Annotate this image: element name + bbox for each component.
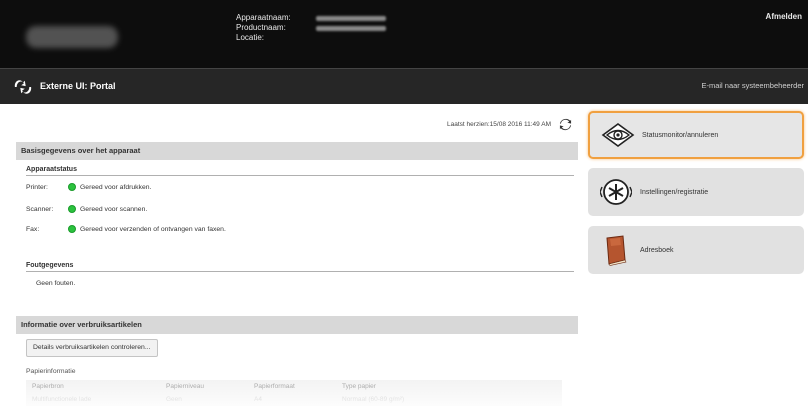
table-cell: Multifunctionele lade [32,395,92,403]
settings-registration-label: Instellingen/registratie [640,188,709,196]
eye-icon [600,120,636,150]
status-ok-icon [68,183,76,191]
table-header-row: Papierbron Papierniveau Papierformaat Ty… [26,380,562,392]
status-monitor-label: Statusmonitor/annuleren [642,131,719,139]
mail-admin-link[interactable]: E-mail naar systeembeheerder [701,81,804,90]
settings-icon [598,177,634,207]
table-cell: Geen [166,395,182,403]
table-cell: A4 [254,395,262,403]
status-row-scanner: Scanner: Gereed voor scannen. [26,204,147,214]
paper-info-heading: Papierinformatie [26,368,76,375]
device-label: Scanner: [26,205,54,213]
column-header: Papierniveau [166,382,204,390]
logout-link[interactable]: Afmelden [766,12,802,21]
status-text: Gereed voor afdrukken. [80,183,152,191]
last-refresh-text: Laatst herzien:15/08 2016 11:49 AM [447,121,551,128]
page-title: Externe UI: Portal [40,81,116,91]
location-label: Locatie: [236,33,265,42]
main-panel: Laatst herzien:15/08 2016 11:49 AM Basis… [16,104,580,408]
column-header: Papierformaat [254,382,295,390]
refresh-line: Laatst herzien:15/08 2016 11:49 AM [447,118,572,131]
status-monitor-button[interactable]: Statusmonitor/annuleren [588,111,804,159]
refresh-icon[interactable] [559,118,572,131]
product-name-value [316,26,386,31]
device-label: Fax: [26,225,40,233]
device-info: Apparaatnaam: Productnaam: Locatie: [236,13,386,43]
check-consumables-button[interactable]: Details verbruiksartikelen controleren..… [26,339,158,357]
error-info-heading: Foutgegevens [26,262,574,272]
device-name-value [316,16,386,21]
address-book-button[interactable]: Adresboek [588,226,804,274]
status-ok-icon [68,205,76,213]
brand-logo [26,26,118,48]
status-row-fax: Fax: Gereed voor verzenden of ontvangen … [26,224,226,234]
paper-table: Papierbron Papierniveau Papierformaat Ty… [26,380,562,406]
portal-icon [14,80,32,94]
address-book-icon [598,235,634,266]
device-name-label: Apparaatnaam: [236,13,291,22]
title-bar: Externe UI: Portal E-mail naar systeembe… [0,68,808,104]
address-book-label: Adresboek [640,246,674,254]
status-text: Gereed voor scannen. [80,205,148,213]
settings-registration-button[interactable]: Instellingen/registratie [588,168,804,216]
device-status-heading: Apparaatstatus [26,166,574,176]
product-name-label: Productnaam: [236,23,286,32]
status-ok-icon [68,225,76,233]
top-header: Apparaatnaam: Productnaam: Locatie: Afme… [0,0,808,68]
column-header: Type papier [342,382,376,390]
status-text: Gereed voor verzenden of ontvangen van f… [80,225,226,233]
table-cell: Normaal (60-89 g/m²) [342,395,405,403]
error-text: Geen fouten. [36,280,76,287]
device-label: Printer: [26,183,48,191]
basic-info-heading: Basisgegevens over het apparaat [16,142,578,160]
column-header: Papierbron [32,382,64,390]
table-row: Multifunctionele lade Geen A4 Normaal (6… [26,392,562,406]
status-row-printer: Printer: Gereed voor afdrukken. [26,182,151,192]
consumables-heading: Informatie over verbruiksartikelen [16,316,578,334]
